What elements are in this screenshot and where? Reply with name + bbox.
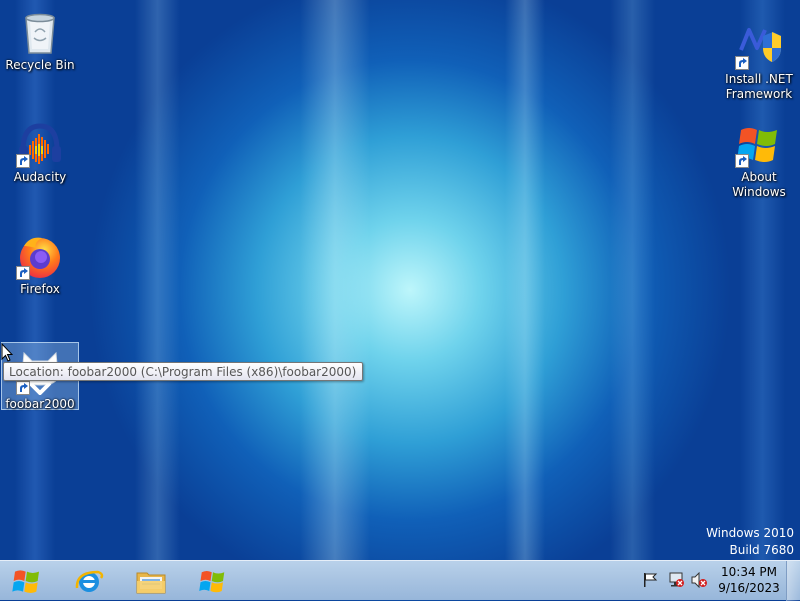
action-center-flag-icon[interactable]: [641, 569, 659, 591]
taskbar-about-windows[interactable]: [190, 564, 236, 598]
shortcut-arrow-icon: [16, 266, 30, 280]
windows-flag-icon: [199, 571, 225, 593]
folder-icon: [136, 572, 166, 594]
watermark-build: Build 7680: [729, 543, 794, 557]
watermark-os-name: Windows 2010: [706, 526, 794, 540]
desktop-icon-firefox[interactable]: Firefox: [2, 228, 78, 297]
desktop-icon-label: About Windows: [732, 170, 786, 199]
desktop-icon-about-windows[interactable]: About Windows: [721, 116, 797, 200]
wallpaper-light-streak: [135, 0, 180, 560]
taskbar: 10:34 PM 9/16/2023: [0, 560, 800, 601]
desktop-icon-label: foobar2000: [5, 397, 75, 411]
volume-muted-icon[interactable]: [690, 569, 708, 591]
desktop-icon-label: Recycle Bin: [5, 58, 75, 72]
desktop-icon-audacity[interactable]: Audacity: [2, 116, 78, 185]
dotnet-installer-icon: [735, 22, 783, 70]
desktop-icon-recycle-bin[interactable]: Recycle Bin: [2, 4, 78, 73]
taskbar-windows-explorer[interactable]: [128, 564, 174, 598]
os-build-watermark: Windows 2010 Build 7680: [706, 525, 794, 559]
desktop-icon-install-dotnet[interactable]: Install .NET Framework: [721, 18, 797, 102]
clock-time: 10:34 PM: [721, 565, 777, 579]
wallpaper-light-streak: [300, 0, 370, 560]
wallpaper-light-streak: [610, 0, 655, 560]
windows-flag-icon: [735, 120, 783, 168]
show-desktop-button[interactable]: [786, 561, 800, 601]
windows-flag-icon: [12, 570, 39, 593]
desktop-icon-label: Install .NET Framework: [725, 72, 793, 101]
shortcut-arrow-icon: [735, 154, 749, 168]
network-disconnected-icon[interactable]: [667, 569, 685, 591]
audacity-icon: [16, 120, 64, 168]
firefox-icon: [16, 232, 64, 280]
wallpaper-light-streak: [505, 0, 545, 560]
taskbar-internet-explorer[interactable]: [66, 564, 112, 598]
desktop-icon-label: Audacity: [13, 170, 67, 184]
icon-location-tooltip: Location: foobar2000 (C:\Program Files (…: [3, 362, 364, 381]
mouse-cursor-icon: [1, 342, 14, 366]
recycle-bin-icon: [16, 8, 64, 56]
shortcut-arrow-icon: [16, 381, 30, 395]
shortcut-arrow-icon: [16, 154, 30, 168]
system-clock[interactable]: 10:34 PM 9/16/2023: [710, 564, 788, 596]
shortcut-arrow-icon: [735, 56, 749, 70]
desktop-icon-label: Firefox: [20, 282, 60, 296]
start-button[interactable]: [4, 564, 50, 598]
internet-explorer-icon: [75, 570, 104, 592]
clock-date: 9/16/2023: [718, 581, 780, 595]
